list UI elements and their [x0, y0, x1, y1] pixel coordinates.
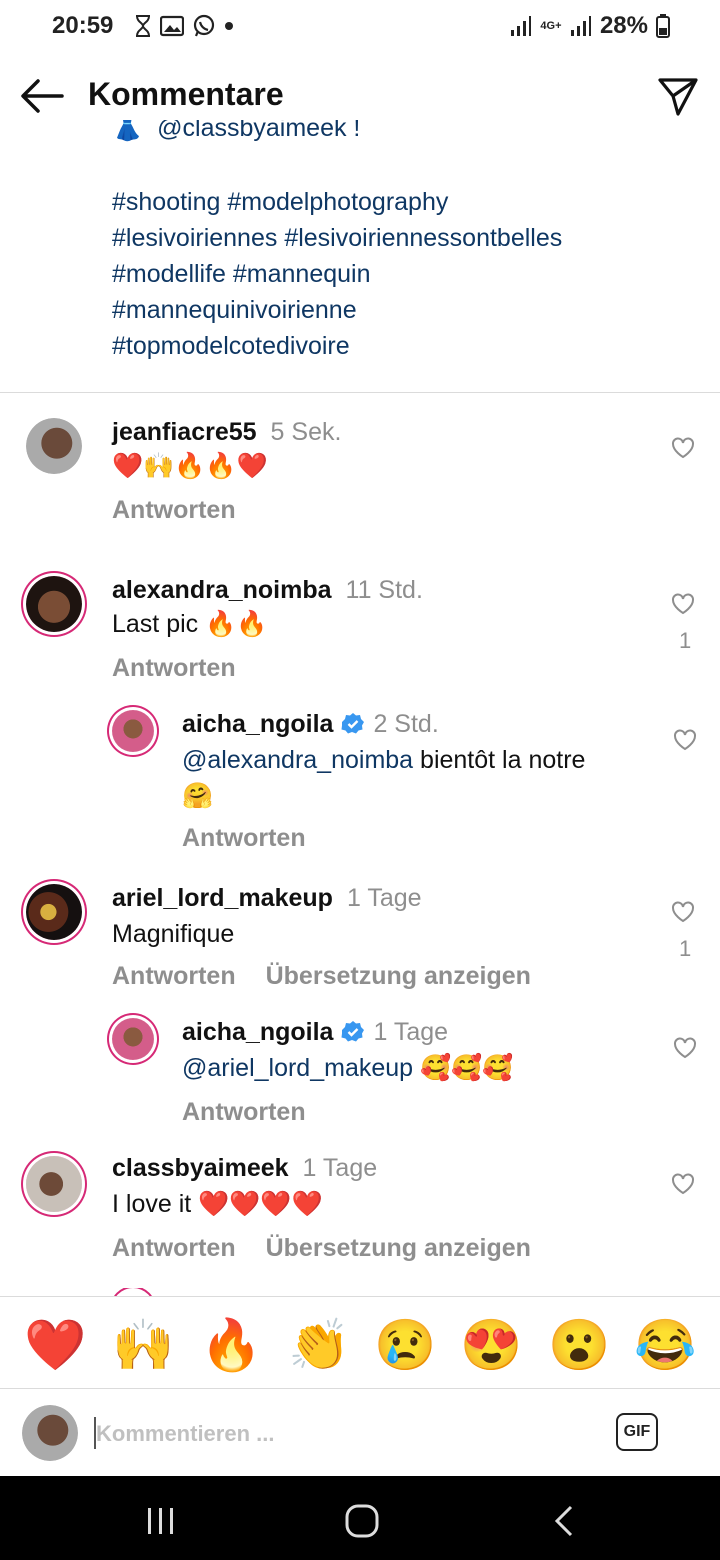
back-icon[interactable] [554, 1505, 574, 1537]
avatar[interactable] [26, 1156, 82, 1212]
comment-text: Last pic 🔥🔥 [112, 610, 268, 638]
emoji-clap-button[interactable]: 👏 [288, 1317, 350, 1373]
avatar[interactable] [26, 884, 82, 940]
comment-text: @alexandra_noimba bientôt la notre [182, 746, 585, 775]
hashtag-line[interactable]: #lesivoiriennes #lesivoiriennessontbelle… [112, 220, 702, 256]
comment-text: @ariel_lord_makeup 🥰🥰🥰 [182, 1054, 513, 1083]
caption-divider [0, 392, 720, 393]
like-heart-icon[interactable] [670, 590, 696, 616]
battery-percent: 28% [599, 12, 648, 39]
signal-icon [510, 16, 531, 36]
whatsapp-icon [193, 14, 215, 37]
emoji-fire-button[interactable]: 🔥 [200, 1317, 262, 1373]
like-count: 1 [679, 936, 692, 961]
emoji-heart-button[interactable]: ❤️ [24, 1317, 86, 1373]
like-heart-icon[interactable] [672, 726, 698, 752]
reply-button[interactable]: Antworten [112, 496, 236, 524]
emoji-sad-button[interactable]: 😢 [374, 1317, 436, 1373]
comment-time: 11 Std. [345, 576, 423, 604]
avatar[interactable] [112, 1018, 154, 1060]
mention-link[interactable]: @ariel_lord_makeup [182, 1054, 413, 1082]
home-icon[interactable] [345, 1504, 379, 1538]
emoji-raised-hands-button[interactable]: 🙌 [112, 1317, 174, 1373]
signal-icon-2 [570, 16, 591, 36]
comment-text: ❤️🙌🔥🔥❤️ [112, 452, 268, 480]
hashtag-line[interactable]: #mannequinivoirienne [112, 292, 702, 328]
caption-cut-line: 👗 @classbyaimeek ! [112, 120, 412, 144]
comment-username[interactable]: classbyaimeek [112, 1154, 289, 1182]
hourglass-icon [136, 15, 150, 37]
reply-button[interactable]: Antworten [182, 824, 306, 852]
reply-button[interactable]: Antworten [112, 654, 236, 682]
status-time: 20:59 [52, 12, 114, 39]
comment-body: 🥰🥰🥰 [413, 1054, 514, 1082]
hashtag-line[interactable]: #shooting #modelphotography [112, 184, 702, 220]
comment-time: 1 Tage [373, 1018, 449, 1046]
emoji-tears-of-joy-button[interactable]: 😂 [634, 1317, 696, 1373]
gallery-icon [160, 15, 184, 37]
my-avatar [22, 1405, 78, 1461]
like-heart-icon[interactable] [670, 898, 696, 924]
emoji-quick-bar: ❤️ 🙌 🔥 👏 😢 😍 😮 😂 [0, 1296, 720, 1389]
dress-emoji-icon: 👗 [112, 120, 144, 142]
comment-text-line2: 🤗 [182, 782, 214, 810]
comment-username[interactable]: jeanfiacre55 [112, 418, 257, 446]
comment-username[interactable]: alexandra_noimba [112, 576, 332, 604]
network-type: 4G+ [540, 19, 562, 32]
share-send-icon[interactable] [656, 74, 700, 118]
back-arrow-icon[interactable] [18, 74, 66, 118]
caption-mention[interactable]: @classbyaimeek ! [157, 120, 360, 142]
emoji-surprised-button[interactable]: 😮 [548, 1317, 610, 1373]
dot-icon [225, 22, 233, 30]
comment-username[interactable]: aicha_ngoila [182, 710, 333, 738]
like-count: 1 [679, 628, 692, 653]
page-title: Kommentare [88, 76, 284, 112]
comment-time: 5 Sek. [270, 418, 342, 446]
like-heart-icon[interactable] [672, 1034, 698, 1060]
gif-button[interactable]: GIF [616, 1413, 658, 1451]
verified-badge-icon [341, 713, 365, 734]
comment-input[interactable] [94, 1415, 518, 1453]
avatar[interactable] [112, 710, 154, 752]
translate-button[interactable]: Übersetzung anzeigen [266, 962, 531, 990]
like-heart-icon[interactable] [670, 1170, 696, 1196]
comment-text: I love it ❤️❤️❤️❤️ [112, 1190, 323, 1218]
recent-apps-icon[interactable] [146, 1508, 176, 1534]
reply-button[interactable]: Antworten [112, 962, 236, 990]
comment-input-bar: GIF [0, 1388, 720, 1477]
comment-time: 2 Std. [373, 710, 439, 738]
avatar[interactable] [26, 576, 82, 632]
comment-body: bientôt la notre [413, 746, 586, 774]
comment-username[interactable]: aicha_ngoila [182, 1018, 333, 1046]
avatar[interactable] [26, 418, 82, 474]
system-nav-bar [0, 1476, 720, 1560]
next-comment-peek [0, 1288, 720, 1296]
verified-badge-icon [341, 1021, 365, 1042]
hashtag-line[interactable]: #modellife #mannequin [112, 256, 702, 292]
comment-username[interactable]: ariel_lord_makeup [112, 884, 333, 912]
status-notification-icons [134, 14, 234, 38]
emoji-heart-eyes-button[interactable]: 😍 [460, 1317, 522, 1373]
battery-icon [656, 14, 670, 38]
status-bar: 20:59 4G+ 28% [0, 0, 720, 56]
comment-time: 1 Tage [302, 1154, 378, 1182]
comment-time: 1 Tage [346, 884, 422, 912]
status-right-group: 4G+ 28% [510, 12, 670, 40]
reply-button[interactable]: Antworten [182, 1098, 306, 1126]
translate-button[interactable]: Übersetzung anzeigen [266, 1234, 531, 1262]
caption: #shooting #modelphotography #lesivoirien… [112, 184, 702, 364]
like-heart-icon[interactable] [670, 434, 696, 460]
text-caret [94, 1417, 96, 1449]
reply-button[interactable]: Antworten [112, 1234, 236, 1262]
comment-text: Magnifique [112, 920, 235, 948]
hashtag-line[interactable]: #topmodelcotedivoire [112, 328, 702, 364]
mention-link[interactable]: @alexandra_noimba [182, 746, 413, 774]
